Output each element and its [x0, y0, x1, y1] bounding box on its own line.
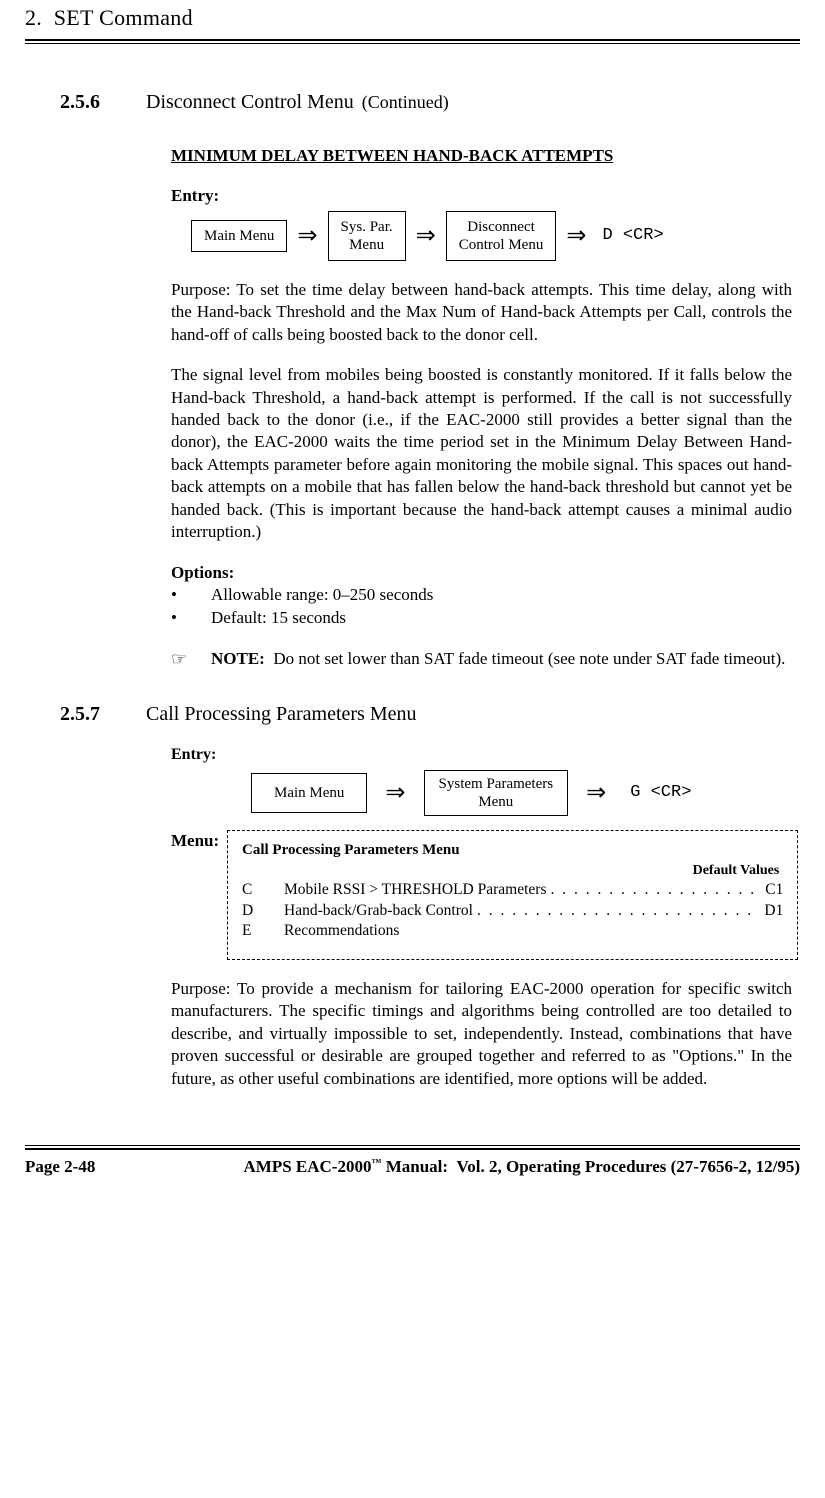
- arrow-icon: ⇒: [297, 224, 317, 248]
- entry-box-line: Disconnect: [467, 219, 534, 235]
- options-list: • Allowable range: 0–250 seconds • Defau…: [171, 584, 792, 630]
- arrow-icon: ⇒: [416, 224, 436, 248]
- terminal-command: D <CR>: [602, 225, 663, 247]
- entry-box-line: System Parameters: [439, 776, 554, 792]
- arrow-icon: ⇒: [586, 781, 606, 805]
- option-text: Allowable range: 0–250 seconds: [211, 584, 433, 607]
- menu-value: D1: [755, 901, 783, 921]
- section-continued: (Continued): [362, 92, 449, 112]
- entry-box-line: Sys. Par.: [341, 219, 393, 235]
- entry-label: Entry:: [171, 745, 792, 766]
- menu-box: Call Processing Parameters Menu Default …: [227, 830, 798, 960]
- menu-item: C Mobile RSSI > THRESHOLD Parameters . .…: [242, 880, 783, 900]
- entry-box-line: Control Menu: [459, 237, 544, 253]
- page-number: Page 2-48: [25, 1156, 95, 1178]
- entry-box-sys-params: System Parameters Menu: [424, 770, 569, 816]
- option-item: • Default: 15 seconds: [171, 607, 792, 630]
- purpose-paragraph: Purpose: To set the time delay between h…: [171, 279, 792, 346]
- subheading: MINIMUM DELAY BETWEEN HAND-BACK ATTEMPTS: [171, 145, 792, 167]
- menu-desc: Recommendations: [284, 921, 399, 941]
- menu-label: Menu:: [171, 830, 227, 960]
- leader-dots: . . . . . . . . . . . . . . . . . . . . …: [546, 880, 755, 900]
- section-title: Call Processing Parameters Menu: [146, 701, 417, 727]
- bullet-icon: •: [171, 607, 211, 630]
- menu-desc: Hand-back/Grab-back Control: [284, 901, 473, 921]
- entry-box-line: Menu: [478, 794, 513, 810]
- menu-key: C: [242, 880, 284, 900]
- options-label: Options:: [171, 562, 792, 584]
- leader-dots: . . . . . . . . . . . . . . . . . . . . …: [473, 901, 755, 921]
- header-rule: [25, 39, 800, 44]
- menu-block: Menu: Call Processing Parameters Menu De…: [171, 830, 792, 960]
- chapter-header: 2. SET Command: [25, 4, 800, 33]
- bullet-icon: •: [171, 584, 211, 607]
- section-number: 2.5.7: [60, 701, 146, 727]
- arrow-icon: ⇒: [566, 224, 586, 248]
- section-256-heading: 2.5.6 Disconnect Control Menu (Continued…: [60, 89, 800, 115]
- purpose-paragraph: Purpose: To provide a mechanism for tail…: [171, 978, 792, 1090]
- pointing-hand-icon: ☞: [171, 648, 211, 671]
- menu-item: D Hand-back/Grab-back Control . . . . . …: [242, 901, 783, 921]
- note-text: NOTE: Do not set lower than SAT fade tim…: [211, 648, 785, 671]
- section-title: Disconnect Control Menu: [146, 91, 354, 113]
- trademark-icon: ™: [371, 1157, 381, 1168]
- menu-key: D: [242, 901, 284, 921]
- note-row: ☞ NOTE: Do not set lower than SAT fade t…: [171, 648, 792, 671]
- option-item: • Allowable range: 0–250 seconds: [171, 584, 792, 607]
- entry-box-line: Menu: [349, 237, 384, 253]
- menu-item: E Recommendations: [242, 921, 783, 941]
- menu-title: Call Processing Parameters Menu: [242, 841, 783, 861]
- menu-key: E: [242, 921, 284, 941]
- entry-box-disconnect: Disconnect Control Menu: [446, 211, 557, 261]
- footer-rule: [25, 1145, 800, 1150]
- section-number: 2.5.6: [60, 89, 146, 115]
- entry-box-sys-par: Sys. Par. Menu: [328, 211, 406, 261]
- chapter-title: SET Command: [54, 5, 193, 30]
- menu-desc: Mobile RSSI > THRESHOLD Parameters: [284, 880, 546, 900]
- entry-box-main-menu: Main Menu: [251, 773, 367, 813]
- menu-value: C1: [755, 880, 783, 900]
- section-257-heading: 2.5.7 Call Processing Parameters Menu: [60, 701, 800, 727]
- option-text: Default: 15 seconds: [211, 607, 346, 630]
- page-footer: Page 2-48 AMPS EAC-2000™ Manual: Vol. 2,…: [0, 1145, 825, 1193]
- footer-title: AMPS EAC-2000™ Manual: Vol. 2, Operating…: [244, 1156, 801, 1178]
- entry-label: Entry:: [171, 185, 792, 207]
- entry-path-257: Main Menu ⇒ System Parameters Menu ⇒ G <…: [251, 770, 792, 816]
- terminal-command: G <CR>: [630, 782, 691, 804]
- chapter-number: 2.: [25, 5, 42, 30]
- body-paragraph: The signal level from mobiles being boos…: [171, 364, 792, 544]
- default-values-label: Default Values: [242, 862, 779, 880]
- arrow-icon: ⇒: [385, 781, 405, 805]
- entry-box-main-menu: Main Menu: [191, 220, 287, 252]
- entry-path-256: Main Menu ⇒ Sys. Par. Menu ⇒ Disconnect …: [191, 211, 792, 261]
